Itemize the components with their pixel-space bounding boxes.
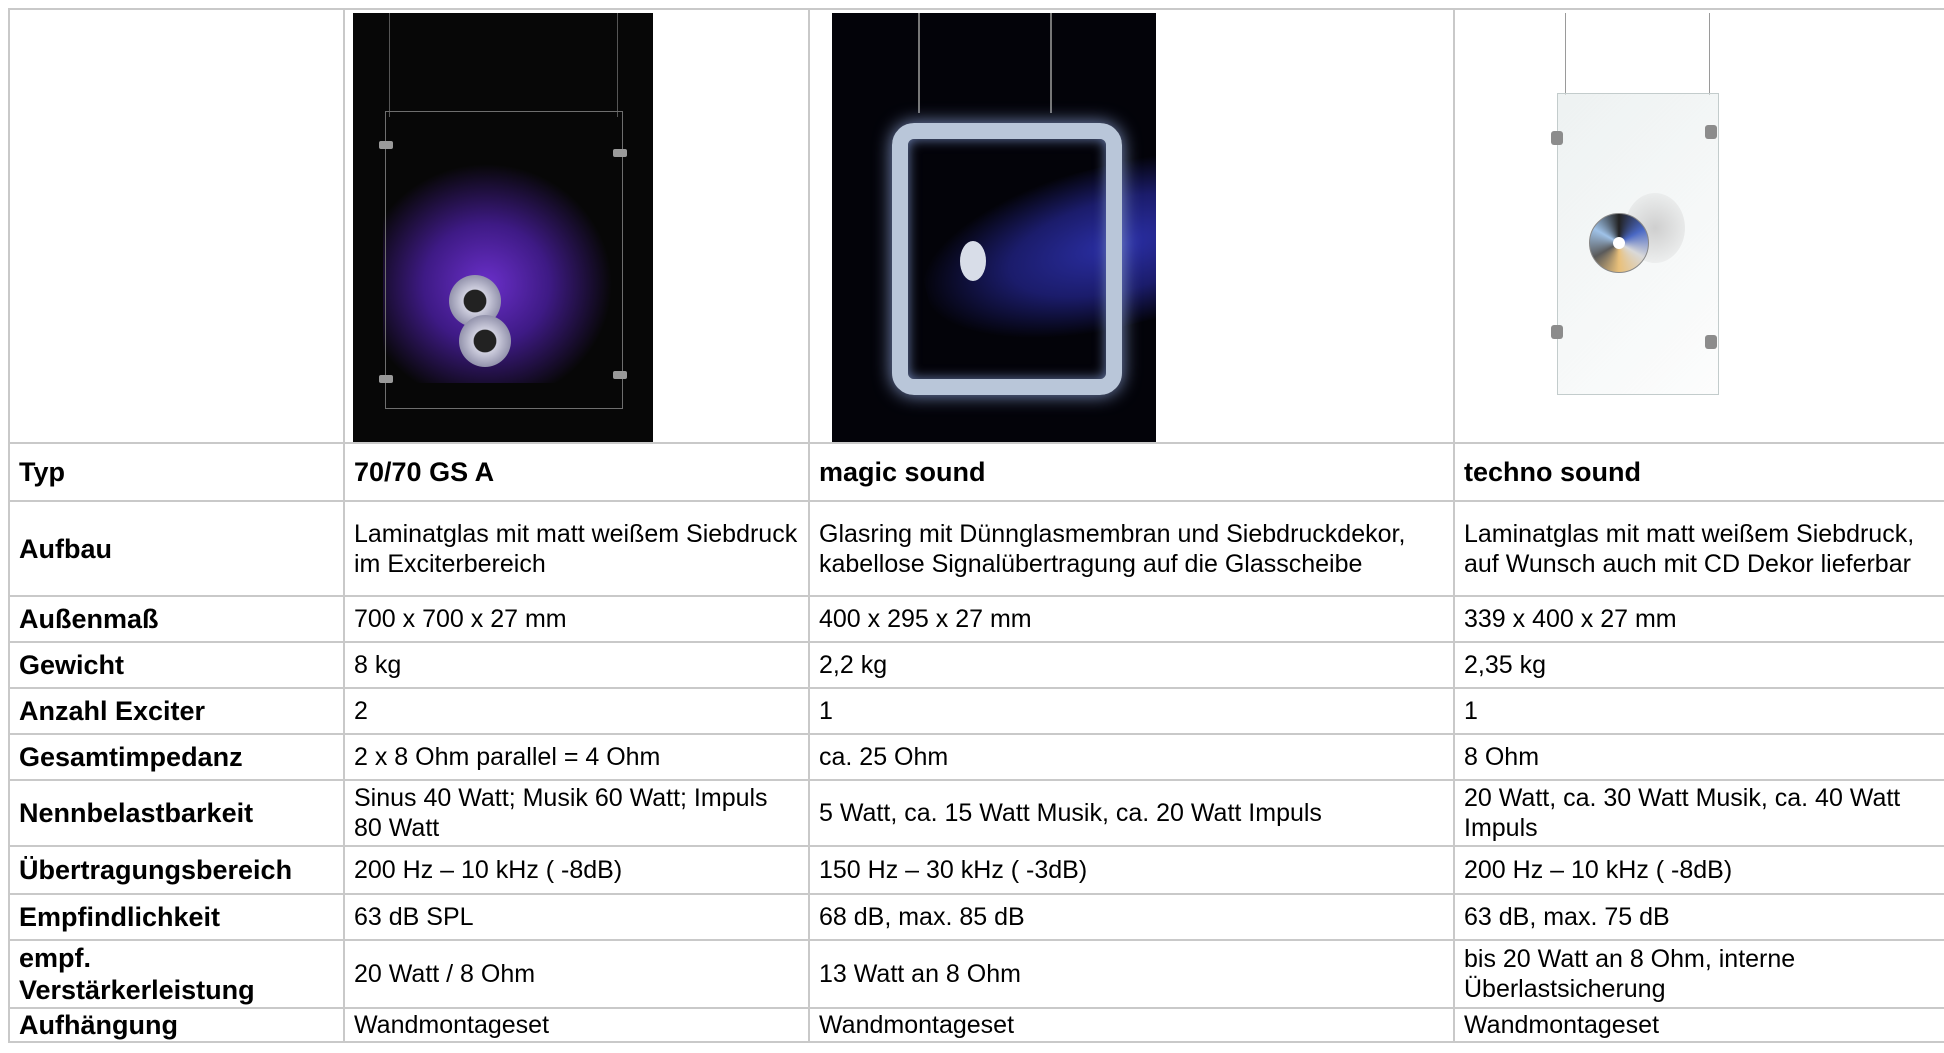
row-label: Außenmaß [8,595,345,643]
product-image-cell [1453,8,1944,444]
spec-row-gesamtimpedanz: Gesamtimpedanz 2 x 8 Ohm parallel = 4 Oh… [8,733,1944,781]
product-image-cell [343,8,810,444]
spec-row-aussenmass: Außenmaß 700 x 700 x 27 mm 400 x 295 x 2… [8,595,1944,643]
row-label: Aufhängung [8,1007,345,1043]
row-label: Anzahl Exciter [8,687,345,735]
spec-value: Wandmontageset [1453,1007,1944,1043]
cd-decor-glass-speaker-photo [1537,13,1737,441]
spec-row-verstaerkerleistung: empf. Verstärkerleistung 20 Watt / 8 Ohm… [8,939,1944,1009]
spec-value: 2,35 kg [1453,641,1944,689]
spec-value: 70/70 GS A [343,442,810,502]
spec-value: 5 Watt, ca. 15 Watt Musik, ca. 20 Watt I… [808,779,1455,847]
spec-value: 1 [1453,687,1944,735]
spec-value: 200 Hz – 10 kHz ( -8dB) [343,845,810,895]
spec-value: 20 Watt, ca. 30 Watt Musik, ca. 40 Watt … [1453,779,1944,847]
spec-value: Sinus 40 Watt; Musik 60 Watt; Impuls 80 … [343,779,810,847]
spec-value: 200 Hz – 10 kHz ( -8dB) [1453,845,1944,895]
spec-value: techno sound [1453,442,1944,502]
spec-row-gewicht: Gewicht 8 kg 2,2 kg 2,35 kg [8,641,1944,689]
row-label: Aufbau [8,500,345,597]
spec-row-nennbelastbarkeit: Nennbelastbarkeit Sinus 40 Watt; Musik 6… [8,779,1944,847]
product-image-cell [808,8,1455,444]
spec-value: bis 20 Watt an 8 Ohm, interne Überlastsi… [1453,939,1944,1009]
image-row [8,8,1944,444]
spec-row-anzahl-exciter: Anzahl Exciter 2 1 1 [8,687,1944,735]
row-label: Empfindlichkeit [8,893,345,941]
spec-value: 700 x 700 x 27 mm [343,595,810,643]
spec-value: 150 Hz – 30 kHz ( -3dB) [808,845,1455,895]
row-label: Nennbelastbarkeit [8,779,345,847]
spec-row-empfindlichkeit: Empfindlichkeit 63 dB SPL 68 dB, max. 85… [8,893,1944,941]
spec-table: Typ 70/70 GS A magic sound techno sound … [8,8,1944,1043]
spec-value: Laminatglas mit matt weißem Siebdruck, a… [1453,500,1944,597]
spec-value: 8 Ohm [1453,733,1944,781]
glass-ring-speaker-photo [832,13,1156,441]
spec-value: Glasring mit Dünnglasmembran und Siebdru… [808,500,1455,597]
spec-row-aufhaengung: Aufhängung Wandmontageset Wandmontageset… [8,1007,1944,1043]
spec-value: 2 x 8 Ohm parallel = 4 Ohm [343,733,810,781]
row-label: Übertragungsbereich [8,845,345,895]
spec-value: Laminatglas mit matt weißem Siebdruck im… [343,500,810,597]
spec-value: 2 [343,687,810,735]
spec-value: 63 dB, max. 75 dB [1453,893,1944,941]
spec-value: 339 x 400 x 27 mm [1453,595,1944,643]
spec-value: magic sound [808,442,1455,502]
row-label: empf. Verstärkerleistung [8,939,345,1009]
spec-value: ca. 25 Ohm [808,733,1455,781]
spec-value: 1 [808,687,1455,735]
spec-value: Wandmontageset [343,1007,810,1043]
spec-value: 63 dB SPL [343,893,810,941]
spec-value: 68 dB, max. 85 dB [808,893,1455,941]
spec-value: 13 Watt an 8 Ohm [808,939,1455,1009]
spec-value: 20 Watt / 8 Ohm [343,939,810,1009]
row-label: Gewicht [8,641,345,689]
row-label: Gesamtimpedanz [8,733,345,781]
empty-corner-cell [8,8,345,444]
spec-value: 400 x 295 x 27 mm [808,595,1455,643]
spec-value: 2,2 kg [808,641,1455,689]
spec-row-aufbau: Aufbau Laminatglas mit matt weißem Siebd… [8,500,1944,597]
suspended-glass-speaker-photo [353,13,653,441]
spec-value: 8 kg [343,641,810,689]
row-label: Typ [8,442,345,502]
spec-row-typ: Typ 70/70 GS A magic sound techno sound [8,442,1944,502]
spec-row-uebertragungsbereich: Übertragungsbereich 200 Hz – 10 kHz ( -8… [8,845,1944,895]
spec-value: Wandmontageset [808,1007,1455,1043]
